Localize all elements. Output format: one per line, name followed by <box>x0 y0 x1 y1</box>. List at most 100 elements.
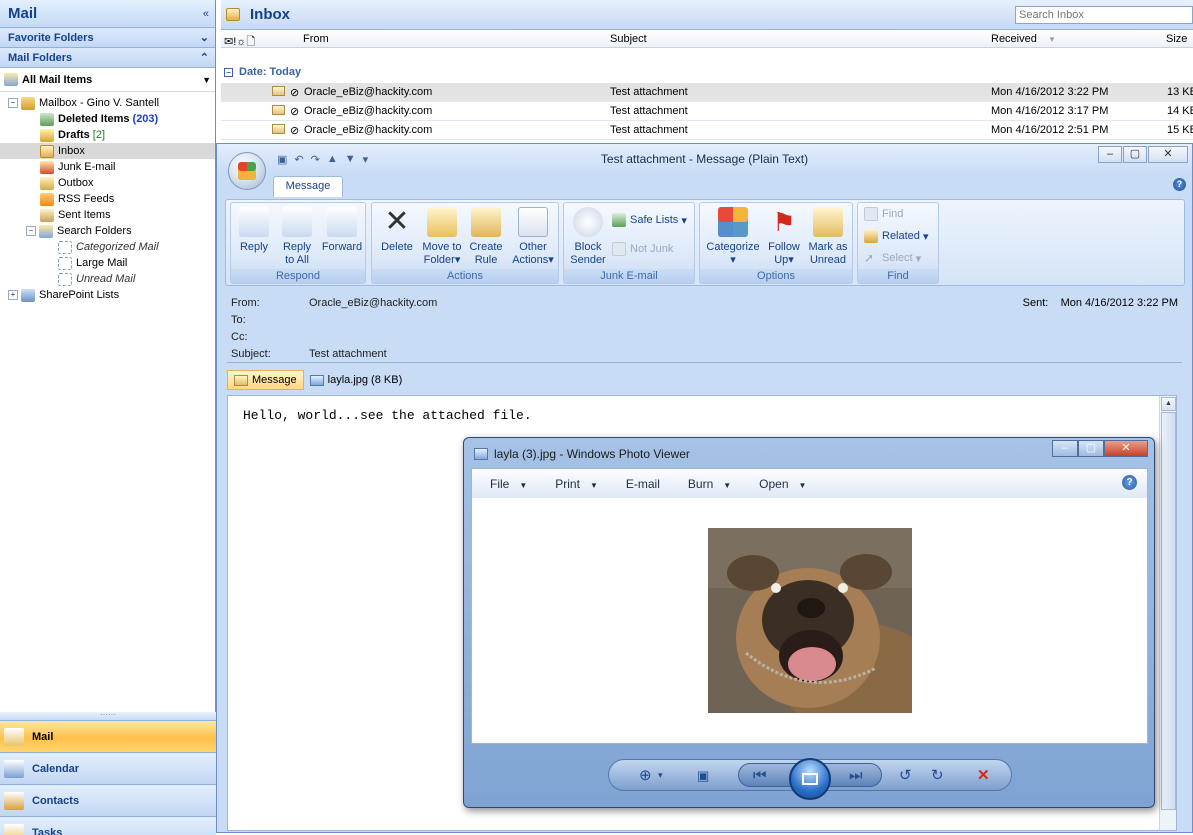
zoom-icon[interactable]: ⊕ <box>639 766 652 784</box>
categorize-button[interactable]: Categorize ▾ <box>703 207 763 267</box>
column-from[interactable]: From <box>303 33 329 45</box>
zoom-dropdown-icon[interactable]: ▾ <box>658 770 663 781</box>
maximize-button[interactable]: ▢ <box>1078 440 1104 457</box>
tree-item-large-mail[interactable]: Large Mail <box>0 255 215 271</box>
delete-icon[interactable]: ✕ <box>977 766 990 784</box>
tree-item-rss[interactable]: RSS Feeds <box>0 191 215 207</box>
menu-print[interactable]: Print ▼ <box>555 477 598 491</box>
find-button[interactable]: Find <box>864 207 903 221</box>
envelope-icon <box>272 86 285 96</box>
message-tab[interactable]: Message <box>227 370 304 390</box>
close-button[interactable]: ✕ <box>1148 146 1188 163</box>
menu-open[interactable]: Open ▼ <box>759 477 806 491</box>
reply-button[interactable]: Reply <box>236 207 272 254</box>
next-icon[interactable]: ⏭ <box>849 767 863 784</box>
column-subject[interactable]: Subject <box>610 33 647 45</box>
tree-item-sharepoint[interactable]: + SharePoint Lists <box>0 287 215 303</box>
mail-folders-header[interactable]: Mail Folders ⌃ <box>0 48 215 68</box>
tree-item-mailbox[interactable]: − Mailbox - Gino V. Santell <box>0 95 215 111</box>
expand-icon[interactable]: + <box>8 290 18 300</box>
close-button[interactable]: ✕ <box>1104 440 1148 457</box>
collapse-nav-icon[interactable]: « <box>203 8 209 20</box>
other-actions-button[interactable]: Other Actions▾ <box>508 207 558 267</box>
tree-item-categorized[interactable]: Categorized Mail <box>0 239 215 255</box>
chevron-down-icon[interactable]: ⌄ <box>200 31 209 44</box>
scroll-thumb[interactable] <box>1161 412 1176 810</box>
related-button[interactable]: Related ▾ <box>864 229 929 243</box>
tree-item-drafts[interactable]: Drafts [2] <box>0 127 215 143</box>
nav-button-mail[interactable]: Mail <box>0 720 216 752</box>
collapse-icon[interactable]: − <box>224 68 233 77</box>
tree-item-deleted-items[interactable]: Deleted Items (203) <box>0 111 215 127</box>
tree-item-junk[interactable]: Junk E-mail <box>0 159 215 175</box>
previous-icon[interactable]: ⏮ <box>753 767 767 784</box>
group-header[interactable]: − Date: Today <box>224 66 301 78</box>
junk-icon <box>40 160 54 174</box>
collapse-icon[interactable]: − <box>26 226 36 236</box>
attachment-file[interactable]: layla.jpg (8 KB) <box>304 370 409 390</box>
scroll-up-icon[interactable]: ▲ <box>1161 397 1176 411</box>
move-to-folder-button[interactable]: Move to Folder▾ <box>418 207 466 267</box>
favorite-folders-header[interactable]: Favorite Folders ⌄ <box>0 28 215 48</box>
nav-title: Mail <box>8 5 38 22</box>
menu-email[interactable]: E-mail <box>626 477 660 491</box>
window-controls: – ▢ ✕ <box>1098 146 1188 163</box>
not-junk-button[interactable]: Not Junk <box>612 242 673 256</box>
resize-grip[interactable]: ······ <box>0 711 216 720</box>
slideshow-button[interactable] <box>789 758 831 800</box>
table-row[interactable]: ⊘ Oracle_eBiz@hackity.com Test attachmen… <box>221 102 1193 121</box>
move-label-1: Move to <box>422 241 462 253</box>
safe-lists-button[interactable]: Safe Lists ▾ <box>612 213 687 227</box>
column-size[interactable]: Size <box>1166 33 1187 45</box>
sort-arrow-icon: ▼ <box>1048 35 1056 44</box>
chevron-up-icon[interactable]: ⌃ <box>200 51 209 64</box>
nav-button-contacts[interactable]: Contacts <box>0 784 216 816</box>
actual-size-icon[interactable]: ▣ <box>697 768 709 784</box>
block-label-2: Sender <box>570 254 606 266</box>
nav-button-calendar[interactable]: Calendar <box>0 752 216 784</box>
delete-button[interactable]: ✕ Delete <box>376 207 418 254</box>
tree-item-inbox[interactable]: Inbox <box>0 143 215 159</box>
maximize-button[interactable]: ▢ <box>1123 146 1147 163</box>
photo-viewer-title: layla (3).jpg - Windows Photo Viewer <box>494 447 690 461</box>
search-input[interactable] <box>1015 6 1193 24</box>
icon-column-icon[interactable]: ✉!☼🗋 <box>224 33 255 52</box>
folder-label: Inbox <box>58 145 85 157</box>
block-sender-button[interactable]: Block Sender <box>568 207 608 267</box>
tab-message[interactable]: Message <box>273 176 343 197</box>
minimize-button[interactable]: – <box>1098 146 1122 163</box>
tree-item-sent[interactable]: Sent Items <box>0 207 215 223</box>
rotate-clockwise-icon[interactable]: ↻ <box>931 766 944 784</box>
select-button[interactable]: ➚ Select ▾ <box>864 251 921 265</box>
follow-up-button[interactable]: ⚑ Follow Up▾ <box>764 207 804 267</box>
tree-item-search-folders[interactable]: − Search Folders <box>0 223 215 239</box>
unread-label-1: Mark as <box>808 241 848 253</box>
create-rule-button[interactable]: Create Rule <box>468 207 504 267</box>
tree-item-unread[interactable]: Unread Mail <box>0 271 215 287</box>
reply-all-button[interactable]: Reply to All <box>278 207 316 267</box>
table-row[interactable]: ⊘ Oracle_eBiz@hackity.com Test attachmen… <box>221 83 1193 102</box>
menu-file[interactable]: File ▼ <box>490 477 527 491</box>
nav-button-tasks[interactable]: Tasks <box>0 816 216 835</box>
column-received[interactable]: Received <box>991 33 1037 45</box>
all-mail-items-selector[interactable]: All Mail Items ▼ <box>0 68 215 92</box>
forward-button[interactable]: Forward <box>319 207 365 254</box>
dropdown-arrow-icon[interactable]: ▼ <box>202 75 211 85</box>
ribbon-tabs: Message ? <box>217 174 1192 197</box>
search-folder-icon <box>58 256 72 270</box>
collapse-icon[interactable]: − <box>8 98 18 108</box>
table-row[interactable]: ⊘ Oracle_eBiz@hackity.com Test attachmen… <box>221 121 1193 140</box>
tree-item-outbox[interactable]: Outbox <box>0 175 215 191</box>
office-button[interactable] <box>228 152 266 190</box>
mark-unread-button[interactable]: Mark as Unread <box>806 207 850 267</box>
from-value[interactable]: Oracle_eBiz@hackity.com <box>309 297 437 309</box>
help-icon[interactable]: ? <box>1122 475 1137 490</box>
vertical-scrollbar[interactable]: ▲ <box>1159 396 1176 830</box>
minimize-button[interactable]: – <box>1052 440 1078 457</box>
navigation-controls: ⏮ ⏭ <box>738 758 882 800</box>
rotate-counterclockwise-icon[interactable]: ↺ <box>899 766 912 784</box>
menu-burn[interactable]: Burn ▼ <box>688 477 731 491</box>
photo-canvas <box>471 498 1148 744</box>
help-icon[interactable]: ? <box>1173 178 1186 191</box>
group-label: Find <box>858 269 938 283</box>
